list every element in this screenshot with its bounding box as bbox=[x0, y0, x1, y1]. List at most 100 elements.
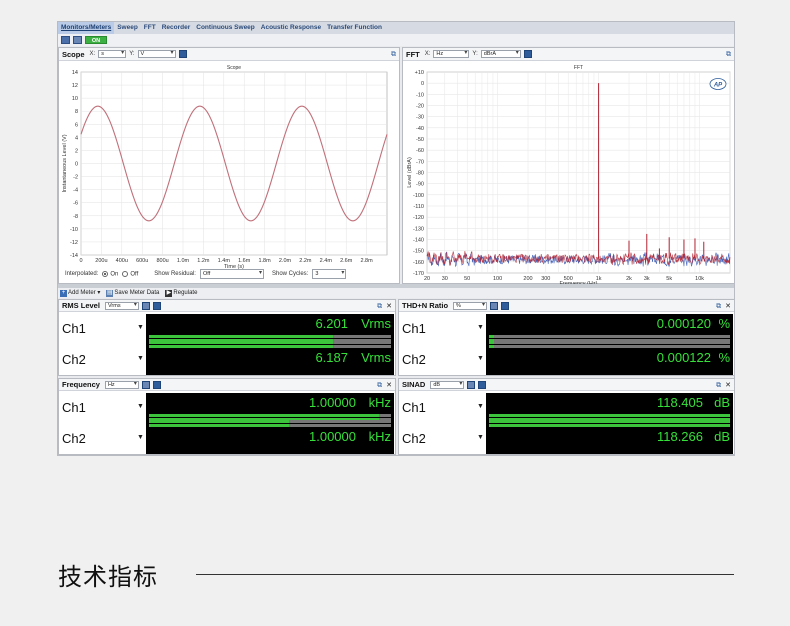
channel-dropdown-icon[interactable]: ▼ bbox=[477, 324, 484, 331]
meter-value: 118.405 bbox=[656, 395, 703, 410]
meter-bar-fill bbox=[489, 341, 494, 344]
channel-dropdown-icon[interactable]: ▼ bbox=[137, 355, 144, 362]
meter-options-icon[interactable] bbox=[141, 301, 150, 310]
interp-off-radio[interactable]: Off bbox=[122, 270, 138, 277]
channel-label: Ch2 bbox=[402, 352, 426, 367]
meter-bar-track bbox=[489, 341, 730, 344]
popout-icon[interactable]: ⧉ bbox=[377, 302, 382, 311]
meter-settings-icon[interactable] bbox=[478, 380, 487, 389]
meter-frequency: Frequency Hz ⧉ ✕ Ch1 ▼ Ch2 ▼ 1.00000 kHz … bbox=[58, 378, 396, 455]
scope-settings-icon[interactable] bbox=[178, 50, 187, 58]
fft-settings-icon[interactable] bbox=[523, 50, 532, 58]
scope-ytick: -12 bbox=[70, 240, 78, 246]
grid-icon[interactable] bbox=[73, 36, 82, 44]
meter-options-icon[interactable] bbox=[141, 380, 150, 389]
fft-panel: FFT X: Hz Y: dBrA ⧉ FFT +10 0 -10 -20 -30 -40 -… bbox=[402, 47, 734, 284]
audio-analyzer-window: Monitors/Meters Sweep FFT Recorder Continuou… bbox=[57, 21, 735, 456]
tab-continuous-sweep[interactable]: Continuous Sweep bbox=[193, 22, 258, 34]
channel-dropdown-icon[interactable]: ▼ bbox=[477, 434, 484, 441]
tab-transfer-function[interactable]: Transfer Function bbox=[324, 22, 385, 34]
meter-header: THD+N Ratio % ⧉ ✕ bbox=[399, 300, 734, 312]
tab-sweep[interactable]: Sweep bbox=[114, 22, 141, 34]
monitor-icon[interactable] bbox=[61, 36, 70, 44]
meter-bar-fill bbox=[149, 335, 333, 338]
regulate-button[interactable]: ▶ Regulate bbox=[165, 289, 197, 297]
show-residual-select[interactable]: Off bbox=[199, 269, 264, 279]
scope-panel: Scope X: s Y: V ⧉ Scope 14 12 10 8 6 4 2 0 -2 -4 -6… bbox=[58, 47, 400, 284]
add-meter-button[interactable]: + Add Meter ▾ bbox=[60, 289, 100, 297]
fft-ytick: -90 bbox=[416, 182, 424, 188]
close-icon[interactable]: ✕ bbox=[386, 302, 392, 311]
show-cycles-stepper[interactable]: 3 bbox=[312, 269, 347, 279]
scope-footer: Interpolated: On Off Show Residual: Off … bbox=[59, 264, 399, 284]
fft-ytick: 0 bbox=[421, 81, 424, 87]
channel-dropdown-icon[interactable]: ▼ bbox=[137, 434, 144, 441]
channel-dropdown-icon[interactable]: ▼ bbox=[137, 403, 144, 410]
fft-ytick: -30 bbox=[416, 115, 424, 121]
meter-display: 0.000120 % 0.000122 % bbox=[486, 314, 733, 375]
popout-icon[interactable]: ⧉ bbox=[391, 50, 396, 59]
channel-label: Ch2 bbox=[62, 431, 86, 446]
meter-unit-select[interactable]: dB bbox=[430, 380, 465, 389]
close-icon[interactable]: ✕ bbox=[386, 381, 392, 390]
meter-settings-icon[interactable] bbox=[152, 380, 161, 389]
meter-unit-select[interactable]: % bbox=[453, 301, 488, 310]
close-icon[interactable]: ✕ bbox=[725, 381, 731, 390]
popout-icon[interactable]: ⧉ bbox=[377, 381, 382, 390]
fft-plot-title: FFT bbox=[574, 65, 583, 71]
tab-fft[interactable]: FFT bbox=[141, 22, 159, 34]
meter-bar-track bbox=[489, 345, 730, 348]
fft-ytick: -60 bbox=[416, 148, 424, 154]
scope-ytick: -8 bbox=[73, 214, 78, 220]
fft-ytick: -170 bbox=[413, 271, 424, 277]
fft-xtick: 5k bbox=[666, 276, 672, 282]
meter-bar-fill bbox=[149, 345, 333, 348]
meter-unit-select[interactable]: Hz bbox=[104, 380, 139, 389]
meter-options-icon[interactable] bbox=[467, 380, 476, 389]
popout-icon[interactable]: ⧉ bbox=[716, 302, 721, 311]
channel-dropdown-icon[interactable]: ▼ bbox=[477, 403, 484, 410]
fft-xtick: 50 bbox=[464, 276, 470, 282]
scope-ytick: 4 bbox=[75, 135, 78, 141]
tab-recorder[interactable]: Recorder bbox=[159, 22, 194, 34]
meter-unit: % bbox=[718, 316, 730, 331]
fft-ytick: -140 bbox=[413, 238, 424, 244]
channel-dropdown-icon[interactable]: ▼ bbox=[477, 355, 484, 362]
popout-icon[interactable]: ⧉ bbox=[726, 50, 731, 59]
fft-ylabel: Level (dBrA) bbox=[407, 157, 413, 188]
scope-x-label: X: bbox=[89, 51, 96, 57]
close-icon[interactable]: ✕ bbox=[725, 302, 731, 311]
scope-y-unit-select[interactable]: V bbox=[137, 50, 176, 58]
meter-settings-icon[interactable] bbox=[501, 301, 510, 310]
fft-y-unit-select[interactable]: dBrA bbox=[480, 50, 521, 58]
channel-dropdown-icon[interactable]: ▼ bbox=[137, 324, 144, 331]
fft-x-unit-select[interactable]: Hz bbox=[433, 50, 470, 58]
scope-x-unit-select[interactable]: s bbox=[98, 50, 127, 58]
fft-xtick: 3k bbox=[644, 276, 650, 282]
tab-monitors-meters[interactable]: Monitors/Meters bbox=[58, 22, 115, 34]
fft-xtick: 20 bbox=[424, 276, 430, 282]
meter-bar-fill bbox=[489, 335, 494, 338]
popout-icon[interactable]: ⧉ bbox=[716, 381, 721, 390]
meter-bar-fill bbox=[489, 414, 730, 417]
ap-logo-text: AP bbox=[713, 83, 723, 89]
meter-value: 1.00000 bbox=[309, 395, 356, 410]
meter-unit-select[interactable]: Vrms bbox=[104, 301, 139, 310]
show-cycles-label: Show Cycles: bbox=[271, 271, 309, 277]
interp-on-radio[interactable]: On bbox=[102, 270, 118, 277]
meter-header: Frequency Hz ⧉ ✕ bbox=[59, 379, 395, 391]
meter-title: SINAD bbox=[402, 380, 426, 389]
on-toggle[interactable]: ON bbox=[85, 36, 107, 44]
fft-ytick: -70 bbox=[416, 159, 424, 165]
fft-x-label: X: bbox=[424, 51, 431, 57]
fft-xtick: 100 bbox=[493, 276, 502, 282]
meter-settings-icon[interactable] bbox=[152, 301, 161, 310]
scope-header: Scope X: s Y: V ⧉ bbox=[59, 48, 399, 61]
meter-unit: Vrms bbox=[361, 350, 391, 365]
meter-options-icon[interactable] bbox=[490, 301, 499, 310]
channel-label: Ch1 bbox=[62, 321, 86, 336]
meter-unit: kHz bbox=[368, 429, 391, 444]
save-meter-data-button[interactable]: ▤ Save Meter Data bbox=[106, 289, 159, 297]
fft-xtick: 2k bbox=[626, 276, 632, 282]
tab-acoustic-response[interactable]: Acoustic Response bbox=[258, 22, 324, 34]
